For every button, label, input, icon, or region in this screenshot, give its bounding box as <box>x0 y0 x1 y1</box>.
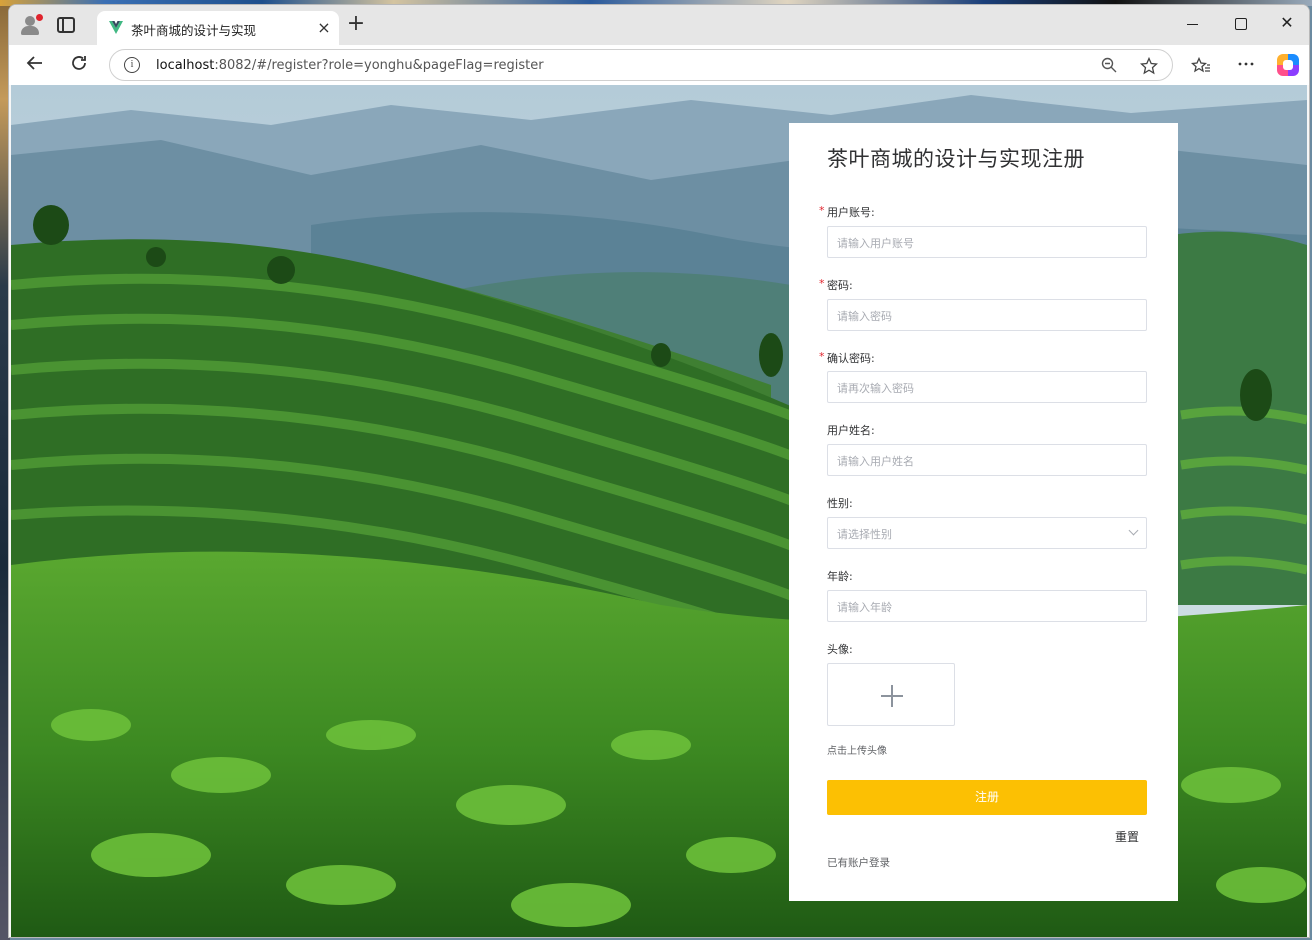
password-label: * 密码: <box>819 277 853 293</box>
age-placeholder: 请输入年龄 <box>837 601 892 614</box>
account-label-text: 用户账号: <box>827 206 875 219</box>
required-mark: * <box>819 350 825 363</box>
site-info-icon[interactable]: i <box>124 57 140 73</box>
more-icon[interactable] <box>1237 55 1255 73</box>
required-mark: * <box>819 277 825 290</box>
url-host: localhost <box>156 58 215 73</box>
zoom-out-icon[interactable] <box>1100 57 1118 75</box>
vue-favicon <box>109 21 123 34</box>
navigation-bar: i localhost:8082/#/register?role=yonghu&… <box>9 45 1309 85</box>
url-path: :8082/#/register?role=yonghu&pageFlag=re… <box>214 58 544 73</box>
password-input[interactable]: 请输入密码 <box>827 299 1147 331</box>
tab-bar: 茶叶商城的设计与实现 × + ✕ <box>9 5 1309 45</box>
confirm-password-input[interactable]: 请再次输入密码 <box>827 371 1147 403</box>
age-input[interactable]: 请输入年龄 <box>827 590 1147 622</box>
avatar-upload[interactable] <box>827 663 955 726</box>
reload-icon[interactable] <box>67 53 91 77</box>
account-placeholder: 请输入用户账号 <box>837 237 914 250</box>
gender-placeholder: 请选择性别 <box>837 528 892 541</box>
login-link[interactable]: 已有账户登录 <box>827 855 890 870</box>
name-placeholder: 请输入用户姓名 <box>837 455 914 468</box>
browser-window: 茶叶商城的设计与实现 × + ✕ i localhost:8082/#/regi… <box>8 4 1310 938</box>
reset-button[interactable]: 重置 <box>1115 828 1139 845</box>
password-label-text: 密码: <box>827 279 853 292</box>
register-panel: 茶叶商城的设计与实现注册 * 用户账号: 请输入用户账号 * 密码: 请输入密码… <box>789 123 1178 901</box>
close-window-button[interactable]: ✕ <box>1275 13 1299 32</box>
favorites-icon[interactable] <box>1190 56 1210 75</box>
url-text[interactable]: localhost:8082/#/register?role=yonghu&pa… <box>156 58 544 73</box>
page-title: 茶叶商城的设计与实现注册 <box>827 147 1085 171</box>
tab-actions-icon[interactable] <box>57 17 75 33</box>
tab-close-button[interactable]: × <box>315 18 333 37</box>
plus-icon-vertical <box>891 685 893 707</box>
name-label: 用户姓名: <box>827 424 875 437</box>
confirm-password-placeholder: 请再次输入密码 <box>837 382 914 395</box>
page-viewport: 茶叶商城的设计与实现注册 * 用户账号: 请输入用户账号 * 密码: 请输入密码… <box>11 85 1307 937</box>
gender-label: 性别: <box>827 497 853 510</box>
profile-icon[interactable] <box>19 14 43 36</box>
confirm-password-label: * 确认密码: <box>819 350 875 366</box>
copilot-icon[interactable] <box>1277 54 1299 76</box>
tab-active[interactable]: 茶叶商城的设计与实现 × <box>97 11 339 45</box>
register-button[interactable]: 注册 <box>827 780 1147 815</box>
tab-title: 茶叶商城的设计与实现 <box>131 23 257 38</box>
address-bar[interactable]: i localhost:8082/#/register?role=yonghu&… <box>109 49 1173 81</box>
password-placeholder: 请输入密码 <box>837 310 892 323</box>
name-input[interactable]: 请输入用户姓名 <box>827 444 1147 476</box>
favorite-star-icon[interactable] <box>1139 56 1159 75</box>
age-label: 年龄: <box>827 570 853 583</box>
required-mark: * <box>819 204 825 217</box>
account-input[interactable]: 请输入用户账号 <box>827 226 1147 258</box>
chevron-down-icon <box>1128 525 1139 536</box>
avatar-label: 头像: <box>827 643 853 656</box>
upload-hint: 点击上传头像 <box>827 746 887 757</box>
new-tab-button[interactable]: + <box>345 13 367 35</box>
gender-select[interactable]: 请选择性别 <box>827 517 1147 549</box>
confirm-password-label-text: 确认密码: <box>827 352 875 365</box>
account-label: * 用户账号: <box>819 204 875 220</box>
back-arrow-icon[interactable] <box>23 53 47 77</box>
